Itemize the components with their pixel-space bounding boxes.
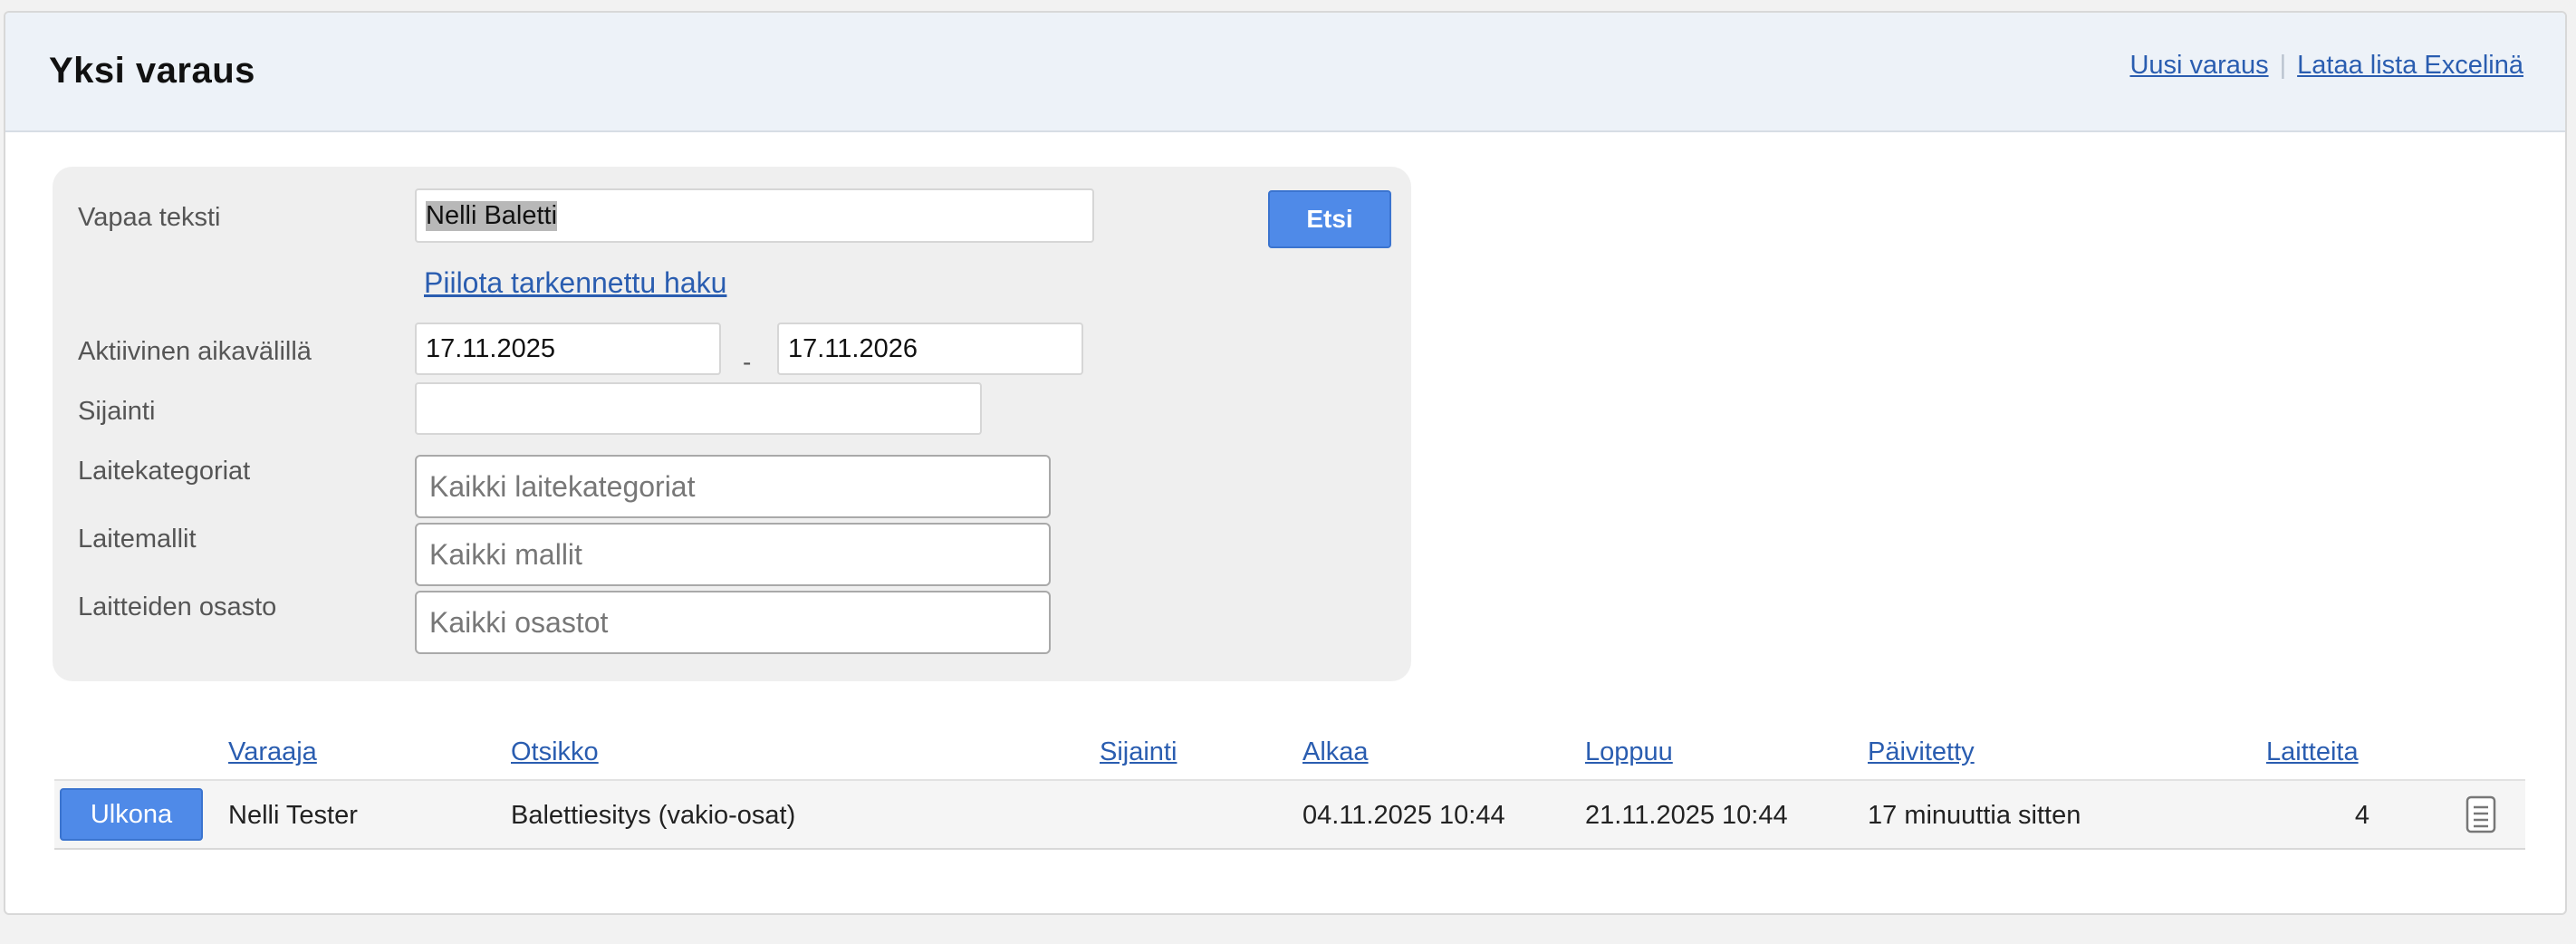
reservations-panel: Yksi varaus Uusi varaus | Lataa lista Ex… xyxy=(4,11,2567,915)
status-button[interactable]: Ulkona xyxy=(60,788,203,841)
range-end-input[interactable]: 17.11.2026 xyxy=(777,323,1083,375)
department-label: Laitteiden osasto xyxy=(78,592,277,621)
download-excel-link[interactable]: Lataa lista Excelinä xyxy=(2297,51,2523,81)
free-text-value: Nelli Baletti xyxy=(426,200,558,231)
column-updated[interactable]: Päivitetty xyxy=(1868,737,1975,767)
column-devices[interactable]: Laitteita xyxy=(2266,737,2359,767)
categories-select[interactable]: Kaikki laitekategoriat xyxy=(415,455,1051,518)
free-text-label: Vapaa teksti xyxy=(78,203,221,232)
location-input[interactable] xyxy=(415,382,982,435)
column-start[interactable]: Alkaa xyxy=(1302,737,1369,767)
panel-header: Yksi varaus Uusi varaus | Lataa lista Ex… xyxy=(5,13,2565,132)
range-end-value: 17.11.2026 xyxy=(788,333,918,363)
department-select[interactable]: Kaikki osastot xyxy=(415,591,1051,654)
column-location[interactable]: Sijainti xyxy=(1100,737,1177,767)
column-booker[interactable]: Varaaja xyxy=(228,737,317,767)
categories-placeholder: Kaikki laitekategoriat xyxy=(429,469,696,503)
models-placeholder: Kaikki mallit xyxy=(429,537,582,571)
range-separator: - xyxy=(743,348,752,376)
new-reservation-link[interactable]: Uusi varaus xyxy=(2129,51,2268,81)
advanced-search-form: Vapaa teksti Nelli Baletti Etsi Piilota … xyxy=(53,167,1411,681)
header-links: Uusi varaus | Lataa lista Excelinä xyxy=(2129,51,2523,81)
free-text-input[interactable]: Nelli Baletti xyxy=(415,188,1094,243)
search-button[interactable]: Etsi xyxy=(1268,190,1391,248)
location-label: Sijainti xyxy=(78,397,156,426)
categories-label: Laitekategoriat xyxy=(78,457,251,486)
header-link-separator: | xyxy=(2279,51,2287,80)
document-icon[interactable] xyxy=(2465,795,2496,833)
end-cell: 21.11.2025 10:44 xyxy=(1585,800,1788,830)
active-range-label: Aktiivinen aikavälillä xyxy=(78,337,312,366)
start-cell: 04.11.2025 10:44 xyxy=(1302,800,1505,830)
column-end[interactable]: Loppuu xyxy=(1585,737,1673,767)
column-title[interactable]: Otsikko xyxy=(511,737,599,767)
page-title: Yksi varaus xyxy=(49,51,255,91)
models-select[interactable]: Kaikki mallit xyxy=(415,523,1051,586)
models-label: Laitemallit xyxy=(78,525,197,554)
devices-cell: 4 xyxy=(2354,800,2369,830)
updated-cell: 17 minuuttia sitten xyxy=(1868,800,2081,830)
title-cell: Balettiesitys (vakio-osat) xyxy=(511,800,796,830)
hide-advanced-search-link[interactable]: Piilota tarkennettu haku xyxy=(424,266,726,300)
range-start-value: 17.11.2025 xyxy=(426,333,555,363)
booker-cell: Nelli Tester xyxy=(228,800,358,830)
range-start-input[interactable]: 17.11.2025 xyxy=(415,323,721,375)
table-row[interactable]: Ulkona Nelli Tester Balettiesitys (vakio… xyxy=(54,779,2525,850)
department-placeholder: Kaikki osastot xyxy=(429,605,609,639)
